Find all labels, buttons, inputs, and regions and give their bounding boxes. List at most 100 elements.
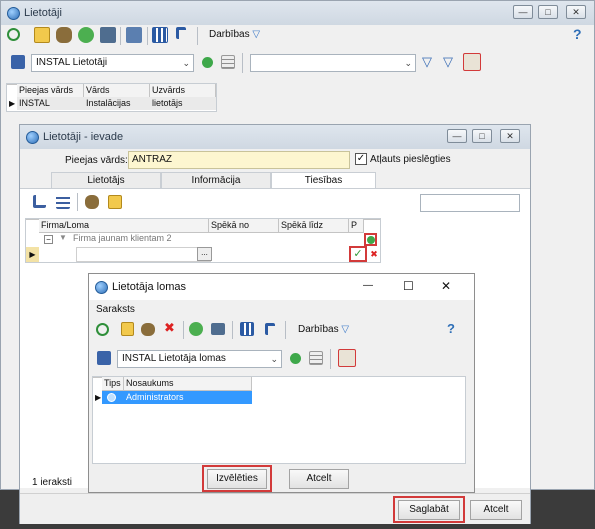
row-indicator: ▶ bbox=[95, 393, 102, 402]
close-button[interactable]: ✕ bbox=[441, 279, 451, 293]
sync-icon[interactable] bbox=[78, 27, 94, 43]
edit-icon[interactable] bbox=[121, 322, 134, 336]
cancel-button[interactable]: Atcelt bbox=[470, 500, 522, 520]
main-window-title: Lietotāji bbox=[24, 7, 62, 19]
chevron-down-icon: ▽ bbox=[252, 29, 261, 40]
roles-dialog: Lietotāja lomas — ☐ ✕ Saraksts ✖ Darbība… bbox=[88, 273, 475, 493]
filter-icon[interactable]: ▽ bbox=[422, 54, 432, 70]
grid-view-icon[interactable] bbox=[221, 55, 235, 69]
column-header[interactable]: Spēkā no bbox=[209, 219, 279, 233]
add-row-icon[interactable] bbox=[364, 233, 377, 246]
column-header[interactable]: Spēkā līdz bbox=[279, 219, 349, 233]
columns-icon[interactable] bbox=[240, 322, 254, 336]
column-header-extra bbox=[364, 219, 380, 220]
table-cell[interactable]: INSTAL bbox=[17, 97, 84, 110]
allowed-checkbox[interactable]: ✓ bbox=[355, 153, 367, 165]
binoculars-icon[interactable] bbox=[85, 195, 99, 209]
filter-settings-icon[interactable] bbox=[338, 349, 356, 367]
cancel-row-icon[interactable]: ✖ bbox=[368, 247, 380, 261]
maximize-button[interactable]: ☐ bbox=[403, 279, 414, 293]
delete-icon[interactable]: ✖ bbox=[164, 320, 175, 336]
edit-icon[interactable] bbox=[34, 27, 50, 43]
roles-title: Lietotāja lomas bbox=[112, 281, 186, 293]
binoculars-icon[interactable] bbox=[141, 323, 155, 336]
chevron-down-icon: ▽ bbox=[341, 324, 350, 335]
help-icon[interactable]: ? bbox=[573, 26, 582, 42]
grid-view-icon[interactable] bbox=[309, 351, 323, 365]
actions-menu[interactable]: Darbības ▽ bbox=[209, 29, 260, 40]
toolbar-separator bbox=[77, 193, 78, 211]
role-type-icon bbox=[107, 393, 116, 402]
choose-highlight bbox=[202, 465, 272, 492]
toolbar-separator bbox=[242, 53, 243, 73]
maximize-button[interactable]: □ bbox=[472, 129, 492, 143]
tree-icon[interactable] bbox=[176, 27, 186, 39]
column-header[interactable]: Firma/Loma bbox=[39, 219, 209, 233]
column-header[interactable]: P bbox=[349, 219, 364, 233]
toolbar-separator bbox=[183, 321, 184, 339]
add-filter-icon[interactable] bbox=[202, 57, 213, 68]
minimize-button[interactable]: — bbox=[363, 280, 373, 291]
actions-menu[interactable]: Darbības ▽ bbox=[298, 324, 349, 335]
minimize-button[interactable]: — bbox=[513, 5, 533, 19]
print-icon[interactable] bbox=[100, 27, 116, 43]
app-globe-icon bbox=[7, 6, 20, 20]
table-cell[interactable]: Instalācijas bbox=[84, 97, 150, 110]
binoculars-icon[interactable] bbox=[56, 27, 72, 43]
column-header[interactable]: Nosaukums bbox=[124, 377, 252, 391]
help-icon[interactable]: ? bbox=[447, 321, 455, 336]
maximize-button[interactable]: □ bbox=[538, 5, 558, 19]
role-lookup-button[interactable]: ... bbox=[197, 247, 212, 261]
allowed-label: Atļauts pieslēgties bbox=[370, 154, 451, 165]
collapse-icon[interactable]: − bbox=[44, 235, 53, 244]
tab-information[interactable]: Informācija bbox=[161, 172, 271, 188]
sync-icon[interactable] bbox=[189, 322, 203, 336]
column-header[interactable]: Pieejas vārds bbox=[17, 84, 84, 98]
roles-filter-combo[interactable]: INSTAL Lietotāja lomas ⌄ bbox=[117, 350, 282, 368]
edit-icon[interactable] bbox=[108, 195, 122, 209]
filter-settings-icon[interactable] bbox=[463, 53, 481, 71]
actions-menu-label: Darbības bbox=[209, 29, 250, 40]
confirm-row-icon[interactable]: ✓ bbox=[349, 246, 367, 262]
record-count: 1 ieraksti bbox=[32, 477, 73, 488]
login-input[interactable]: ANTRAZ bbox=[128, 151, 350, 169]
column-header[interactable]: Vārds bbox=[84, 84, 150, 98]
column-header[interactable]: Uzvārds bbox=[150, 84, 216, 98]
row-indicator-header bbox=[26, 219, 39, 220]
refresh-icon[interactable] bbox=[7, 28, 20, 41]
minimize-button[interactable]: — bbox=[447, 129, 467, 143]
filter-list-icon[interactable] bbox=[97, 351, 111, 365]
close-button[interactable]: ✕ bbox=[500, 129, 520, 143]
expand-tree-icon[interactable] bbox=[33, 195, 46, 208]
table-cell[interactable]: lietotājs bbox=[150, 97, 216, 110]
toolbar-separator bbox=[285, 321, 286, 339]
tree-icon[interactable] bbox=[265, 323, 275, 335]
list-settings-icon[interactable] bbox=[126, 27, 142, 43]
filter-clear-icon[interactable]: ▽ bbox=[443, 54, 453, 70]
quick-search-input[interactable] bbox=[420, 194, 520, 212]
dialog-cancel-button[interactable]: Atcelt bbox=[289, 469, 349, 489]
toolbar-separator bbox=[197, 27, 198, 45]
tab-user[interactable]: Lietotājs bbox=[51, 172, 161, 188]
tab-rights[interactable]: Tiesības bbox=[271, 172, 376, 188]
filter-combo[interactable]: INSTAL Lietotāji ⌄ bbox=[31, 54, 194, 72]
dialog-button-bar bbox=[89, 464, 474, 492]
rights-table: Firma/Loma Spēkā no Spēkā līdz P − ▼ Fir… bbox=[25, 218, 381, 263]
column-header[interactable]: Tips bbox=[102, 377, 124, 391]
refresh-icon[interactable] bbox=[96, 323, 109, 336]
row-indicator-header bbox=[93, 377, 102, 378]
save-highlight bbox=[393, 496, 465, 523]
print-icon[interactable] bbox=[211, 323, 225, 335]
chevron-down-icon: ⌄ bbox=[270, 354, 278, 364]
collapse-tree-icon[interactable] bbox=[56, 195, 70, 209]
columns-icon[interactable] bbox=[152, 27, 168, 43]
actions-menu-label: Darbības bbox=[298, 324, 339, 335]
search-combo[interactable]: ⌄ bbox=[250, 54, 416, 72]
table-cell[interactable]: Administrators bbox=[124, 391, 252, 404]
add-filter-icon[interactable] bbox=[290, 353, 301, 364]
main-titlebar: Lietotāji bbox=[1, 1, 594, 25]
close-button[interactable]: ✕ bbox=[566, 5, 586, 19]
group-row-label[interactable]: Firma jaunam klientam 2 bbox=[71, 232, 211, 245]
filter-list-icon[interactable] bbox=[11, 55, 25, 69]
role-input[interactable] bbox=[76, 247, 211, 262]
